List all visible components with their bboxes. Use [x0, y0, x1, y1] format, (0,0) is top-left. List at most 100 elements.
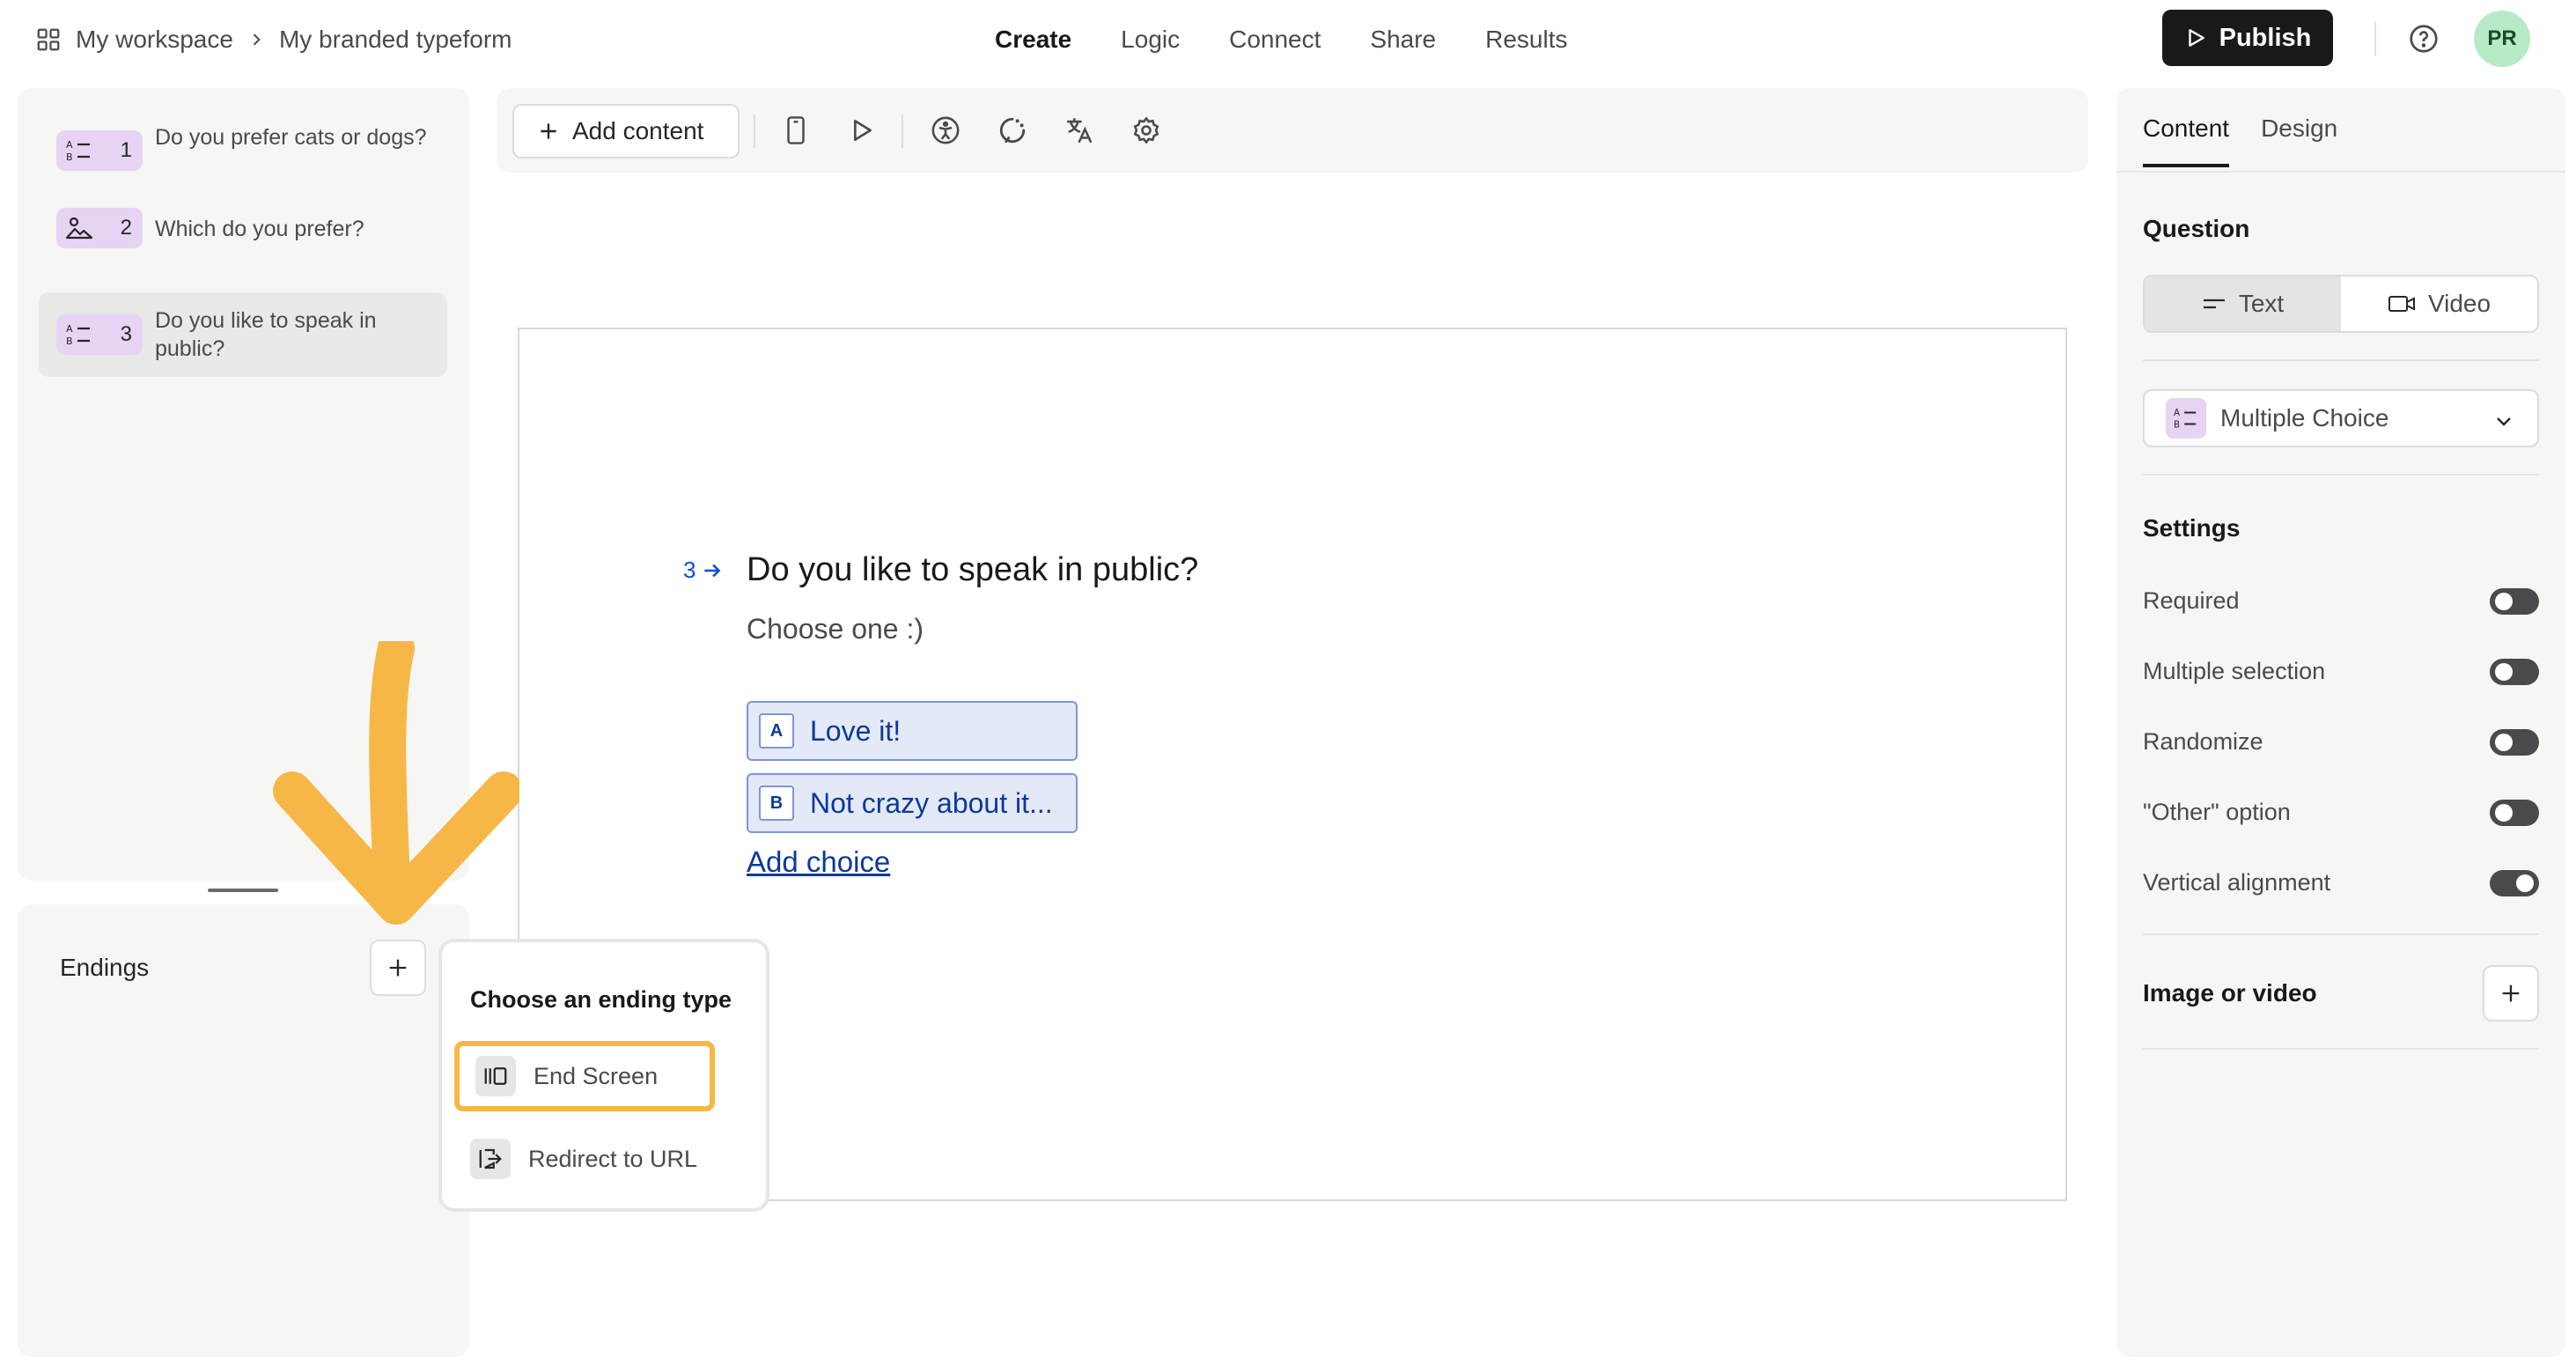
multiple-choice-icon: A B [2166, 398, 2206, 439]
redirect-icon [470, 1139, 511, 1179]
svg-text:B: B [2174, 419, 2180, 430]
tab-design[interactable]: Design [2261, 114, 2337, 167]
multiple-choice-icon: A B [65, 321, 93, 348]
required-toggle[interactable] [2490, 588, 2539, 615]
divider [2374, 21, 2376, 56]
settings-icon[interactable] [1129, 113, 1164, 148]
breadcrumb-workspace[interactable]: My workspace [76, 26, 233, 54]
video-format-button[interactable]: Video [2341, 277, 2537, 331]
setting-label: "Other" option [2143, 798, 2291, 825]
svg-text:A: A [66, 323, 73, 335]
setting-required: Required [2143, 583, 2539, 618]
question-type-label: Multiple Choice [2220, 404, 2389, 432]
question-badge: A B 3 [56, 314, 143, 355]
add-content-label: Add content [572, 117, 704, 144]
question-format-toggle: Text Video [2143, 275, 2539, 333]
endings-panel: Endings [18, 904, 469, 1357]
loading-icon[interactable] [995, 113, 1030, 148]
question-item-2[interactable]: 2 Which do you prefer? [39, 197, 447, 261]
translate-icon[interactable] [1062, 113, 1097, 148]
option-label: End Screen [534, 1062, 659, 1089]
breadcrumb-form[interactable]: My branded typeform [279, 26, 512, 54]
end-screen-icon [475, 1056, 516, 1096]
question-type-select[interactable]: A B Multiple Choice [2143, 389, 2539, 447]
endings-title: Endings [60, 954, 150, 981]
multiple-selection-toggle[interactable] [2490, 659, 2539, 685]
image-or-video-title: Image or video [2143, 979, 2317, 1007]
randomize-toggle[interactable] [2490, 729, 2539, 756]
option-label: Redirect to URL [528, 1145, 698, 1172]
nav-logic[interactable]: Logic [1121, 26, 1180, 54]
setting-label: Randomize [2143, 727, 2263, 755]
workspace-grid-icon[interactable] [35, 26, 62, 53]
resize-handle[interactable] [208, 889, 278, 892]
divider [2116, 171, 2565, 173]
play-icon[interactable] [843, 113, 879, 148]
svg-text:B: B [66, 336, 73, 347]
question-number: 3 [683, 557, 696, 583]
settings-title: Settings [2143, 514, 2241, 542]
publish-label: Publish [2219, 23, 2312, 52]
question-number: 2 [120, 216, 132, 240]
redirect-url-option[interactable]: Redirect to URL [454, 1124, 715, 1194]
add-media-button[interactable] [2483, 965, 2539, 1022]
question-text: Do you prefer cats or dogs? [155, 125, 427, 150]
avatar[interactable]: PR [2474, 11, 2530, 67]
divider [2143, 933, 2539, 935]
properties-panel: Content Design Question Text Video A B M… [2116, 88, 2565, 1357]
setting-label: Required [2143, 586, 2240, 614]
help-icon[interactable] [2408, 23, 2440, 55]
divider [902, 114, 903, 148]
svg-text:A: A [2174, 408, 2180, 418]
choice-key: A [759, 713, 794, 749]
multiple-choice-icon: A B [65, 137, 93, 164]
main-nav: Create Logic Connect Share Results [995, 19, 1617, 60]
divider [2143, 359, 2539, 361]
choice-key: B [759, 786, 794, 821]
text-format-button[interactable]: Text [2145, 277, 2341, 331]
accessibility-icon[interactable] [928, 113, 963, 148]
question-section-title: Question [2143, 215, 2250, 242]
setting-vertical-alignment: Vertical alignment [2143, 865, 2539, 900]
divider [754, 114, 755, 148]
divider [2143, 474, 2539, 476]
nav-share[interactable]: Share [1370, 26, 1436, 54]
nav-create[interactable]: Create [995, 26, 1071, 54]
nav-connect[interactable]: Connect [1229, 26, 1321, 54]
choice-label: Not crazy about it... [810, 786, 1053, 819]
choice-b[interactable]: B Not crazy about it... [747, 773, 1078, 833]
annotation-arrow-icon [273, 641, 519, 932]
add-content-button[interactable]: Add content [512, 104, 740, 159]
nav-results[interactable]: Results [1485, 26, 1567, 54]
play-icon [2184, 26, 2207, 49]
setting-label: Multiple selection [2143, 657, 2326, 684]
other-option-toggle[interactable] [2490, 800, 2539, 826]
setting-label: Vertical alignment [2143, 868, 2331, 896]
question-item-1[interactable]: A B 1 Do you prefer cats or dogs? [39, 113, 447, 190]
question-subtitle[interactable]: Choose one :) [747, 613, 924, 645]
video-camera-icon [2388, 293, 2416, 314]
question-number: 1 [120, 138, 132, 162]
plus-icon [386, 955, 410, 980]
text-lines-icon [2202, 295, 2226, 313]
end-screen-option[interactable]: End Screen [454, 1041, 715, 1111]
top-bar: My workspace My branded typeform Create … [0, 0, 2576, 79]
choice-a[interactable]: A Love it! [747, 701, 1078, 761]
mobile-preview-icon[interactable] [778, 113, 813, 148]
picture-choice-icon [65, 215, 93, 241]
question-number: 3 [120, 322, 132, 346]
vertical-alignment-toggle[interactable] [2490, 870, 2539, 896]
publish-button[interactable]: Publish [2162, 10, 2333, 66]
tab-content[interactable]: Content [2143, 114, 2230, 167]
ending-type-popover: Choose an ending type End Screen Redirec… [438, 939, 769, 1212]
popover-title: Choose an ending type [470, 986, 732, 1013]
question-text: Do you like to speak in public? [155, 308, 377, 361]
svg-text:B: B [66, 151, 73, 163]
question-item-3[interactable]: A B 3 Do you like to speak in public? [39, 292, 447, 377]
question-text: Which do you prefer? [155, 217, 364, 241]
question-badge: A B 1 [56, 130, 143, 171]
arrow-right-icon [701, 559, 724, 582]
add-ending-button[interactable] [370, 940, 426, 996]
question-title[interactable]: Do you like to speak in public? [747, 551, 1198, 589]
add-choice-link[interactable]: Add choice [747, 845, 890, 879]
